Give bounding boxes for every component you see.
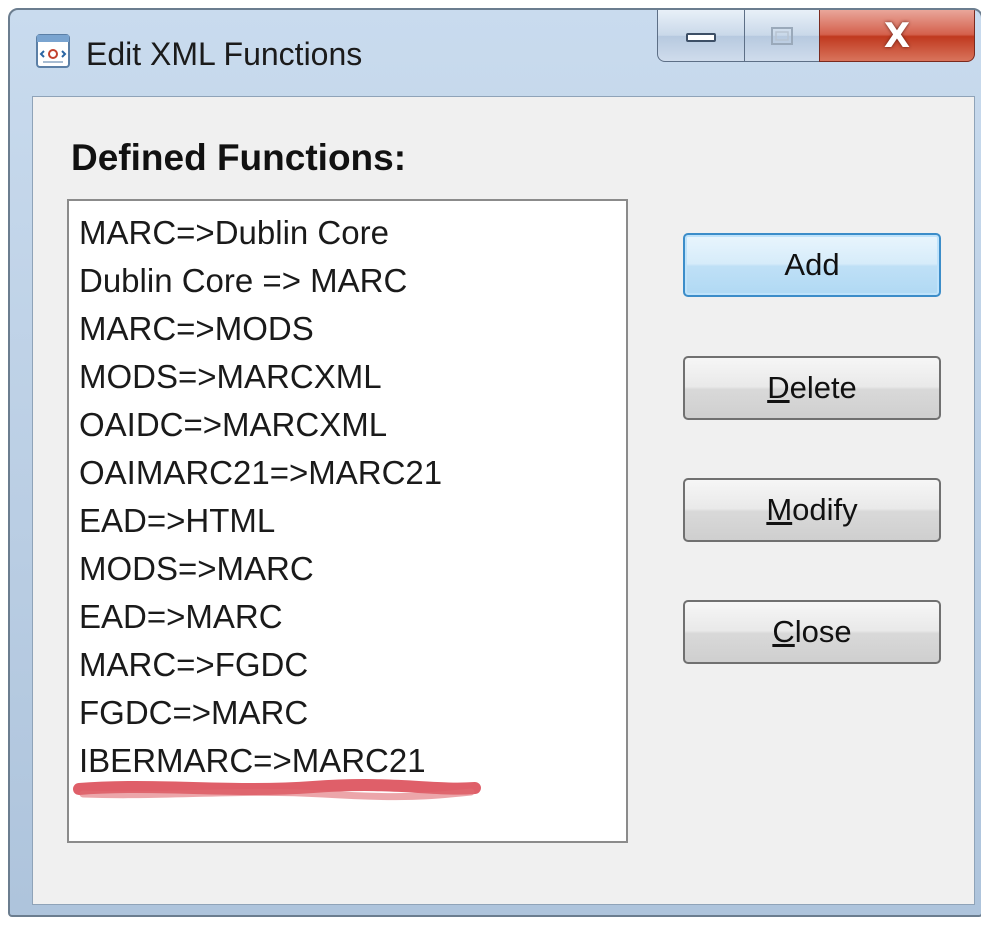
delete-label-rest: elete: [789, 370, 857, 405]
close-icon: X: [883, 15, 911, 56]
add-button-label: Add: [784, 247, 840, 282]
minimize-icon: [686, 32, 716, 42]
list-item[interactable]: MODS=>MARC: [79, 545, 314, 593]
xml-document-icon: [36, 34, 70, 68]
list-item[interactable]: OAIMARC21=>MARC21: [79, 449, 442, 497]
close-mnemonic: C: [772, 614, 795, 649]
list-item[interactable]: IBERMARC=>MARC21: [79, 737, 426, 785]
red-underline-annotation: [73, 779, 481, 801]
add-button[interactable]: Add: [683, 233, 941, 297]
close-window-button[interactable]: X: [819, 10, 975, 62]
close-button[interactable]: Close: [683, 600, 941, 664]
list-item[interactable]: EAD=>MARC: [79, 593, 283, 641]
edit-xml-functions-dialog: Edit XML Functions X Defined Functions: …: [8, 8, 981, 917]
list-item[interactable]: Dublin Core => MARC: [79, 257, 407, 305]
window-controls: X: [657, 10, 975, 64]
list-item[interactable]: FGDC=>MARC: [79, 689, 308, 737]
modify-button[interactable]: Modify: [683, 478, 941, 542]
delete-mnemonic: D: [767, 370, 790, 405]
list-item[interactable]: OAIDC=>MARCXML: [79, 401, 387, 449]
minimize-button[interactable]: [657, 10, 745, 62]
list-item[interactable]: MARC=>MODS: [79, 305, 314, 353]
list-item[interactable]: EAD=>HTML: [79, 497, 275, 545]
modify-label-rest: odify: [792, 492, 858, 527]
delete-button[interactable]: Delete: [683, 356, 941, 420]
window-title: Edit XML Functions: [86, 36, 363, 72]
list-item[interactable]: MARC=>Dublin Core: [79, 209, 389, 257]
title-bar[interactable]: Edit XML Functions X: [10, 10, 981, 96]
close-label-rest: lose: [794, 614, 852, 649]
maximize-button[interactable]: [744, 10, 820, 62]
functions-listbox[interactable]: MARC=>Dublin Core Dublin Core => MARC MA…: [67, 199, 628, 843]
modify-mnemonic: M: [766, 492, 793, 527]
dialog-body: Defined Functions: MARC=>Dublin Core Dub…: [32, 96, 975, 905]
maximize-icon: [771, 26, 793, 45]
defined-functions-label: Defined Functions:: [71, 137, 407, 178]
list-item[interactable]: MODS=>MARCXML: [79, 353, 382, 401]
list-item[interactable]: MARC=>FGDC: [79, 641, 308, 689]
